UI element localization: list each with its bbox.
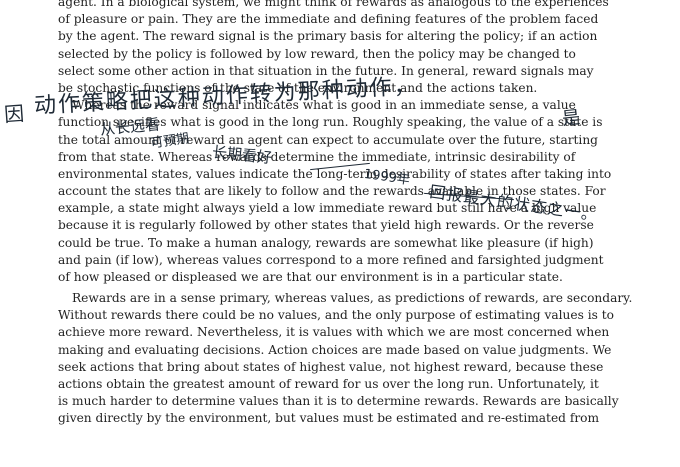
text-line: seek actions that bring about states of …	[58, 359, 604, 374]
text-line: because it is regularly followed by othe…	[58, 218, 594, 233]
text-line: making and evaluating decisions. Action …	[58, 342, 612, 357]
text-line: function specifies what is good in the l…	[58, 115, 603, 130]
text-line: and pain (if low), whereas values corres…	[58, 252, 604, 267]
text-line: the total amount of reward an agent can …	[58, 132, 598, 147]
text-line: Rewards are in a sense primary, whereas …	[72, 291, 633, 305]
text-line: agent. In a biological system, we might …	[58, 0, 609, 9]
text-line: Whereas the reward signal indicates what…	[72, 98, 576, 113]
text-line: by the agent. The reward signal is the p…	[58, 29, 598, 44]
text-line: could be true. To make a human analogy, …	[58, 235, 594, 250]
text-line: example, a state might always yield a lo…	[58, 201, 597, 216]
text-line: be stochastic functions of the state of …	[58, 80, 538, 95]
paragraph-reward-value: agent. In a biological system, we might …	[58, 0, 611, 286]
handwritten-annotation: 因	[3, 101, 25, 127]
text-line: selected by the policy is followed by lo…	[58, 46, 576, 61]
text-line: from that state. Whereas rewards determi…	[58, 149, 576, 164]
text-line: is much harder to determine values than …	[58, 394, 619, 409]
text-line: of how pleased or displeased we are that…	[58, 270, 563, 284]
text-line: actions obtain the greatest amount of re…	[58, 376, 599, 391]
text-line: achieve more reward. Nevertheless, it is…	[58, 325, 610, 340]
text-line: select some other action in that situati…	[58, 63, 594, 78]
text-line: of pleasure or pain. They are the immedi…	[58, 12, 599, 27]
text-line: Without rewards there could be no values…	[58, 308, 614, 323]
document-page: agent. In a biological system, we might …	[0, 0, 680, 467]
paragraph-rewards-primary: Rewards are in a sense primary, whereas …	[58, 290, 633, 428]
text-line: given directly by the environment, but v…	[58, 411, 600, 426]
